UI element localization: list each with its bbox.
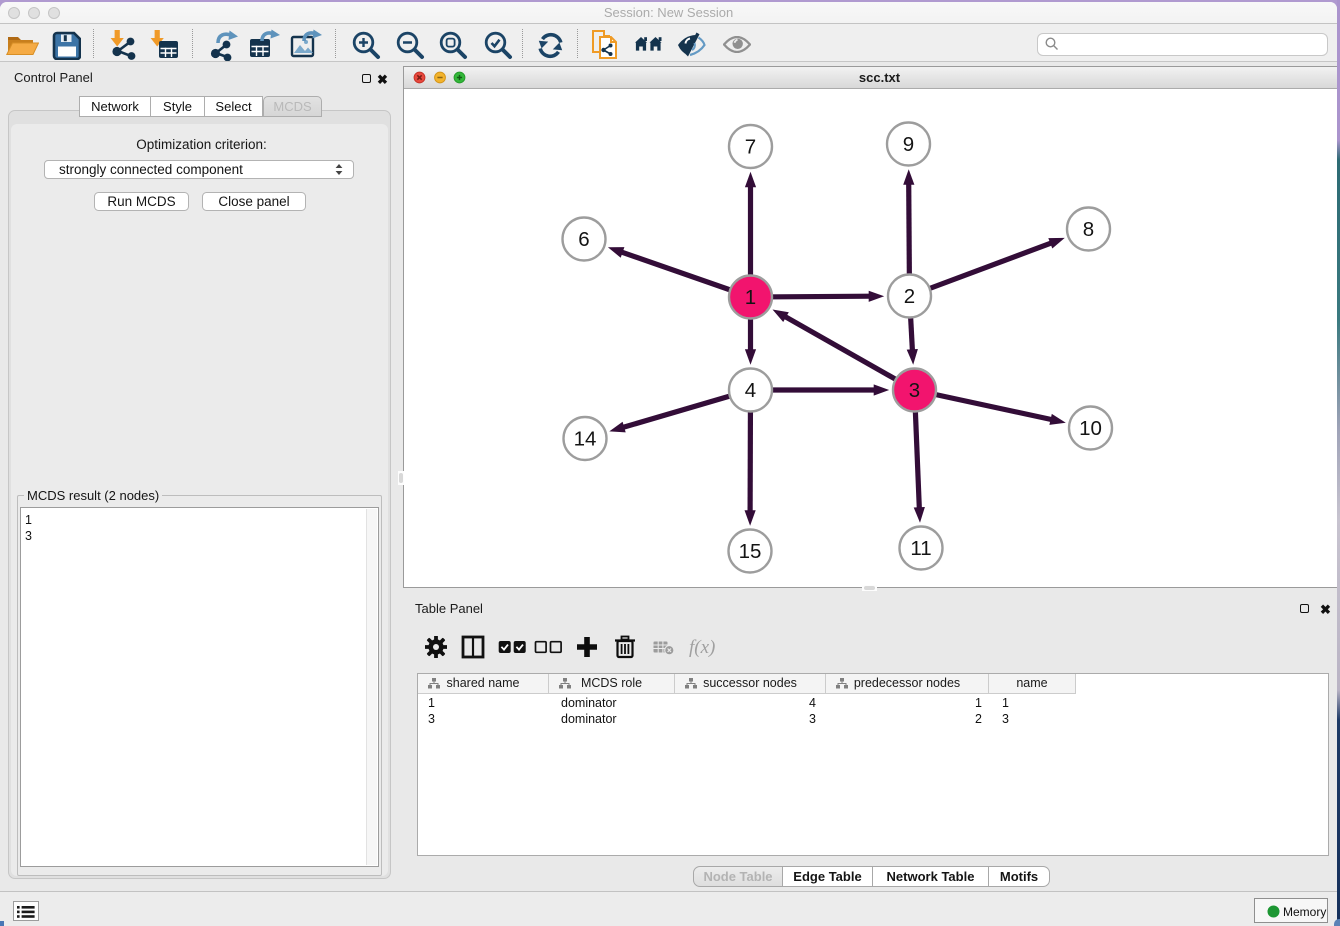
svg-text:8: 8 <box>1083 218 1094 241</box>
svg-text:6: 6 <box>578 228 589 251</box>
svg-text:10: 10 <box>1079 417 1102 440</box>
svg-text:3: 3 <box>909 379 920 402</box>
svg-text:11: 11 <box>910 537 931 560</box>
svg-text:9: 9 <box>903 133 914 156</box>
svg-text:1: 1 <box>745 286 756 309</box>
svg-text:2: 2 <box>904 285 915 308</box>
svg-text:4: 4 <box>745 379 756 402</box>
svg-text:15: 15 <box>739 540 762 563</box>
svg-text:7: 7 <box>745 136 756 159</box>
svg-text:14: 14 <box>574 428 597 451</box>
